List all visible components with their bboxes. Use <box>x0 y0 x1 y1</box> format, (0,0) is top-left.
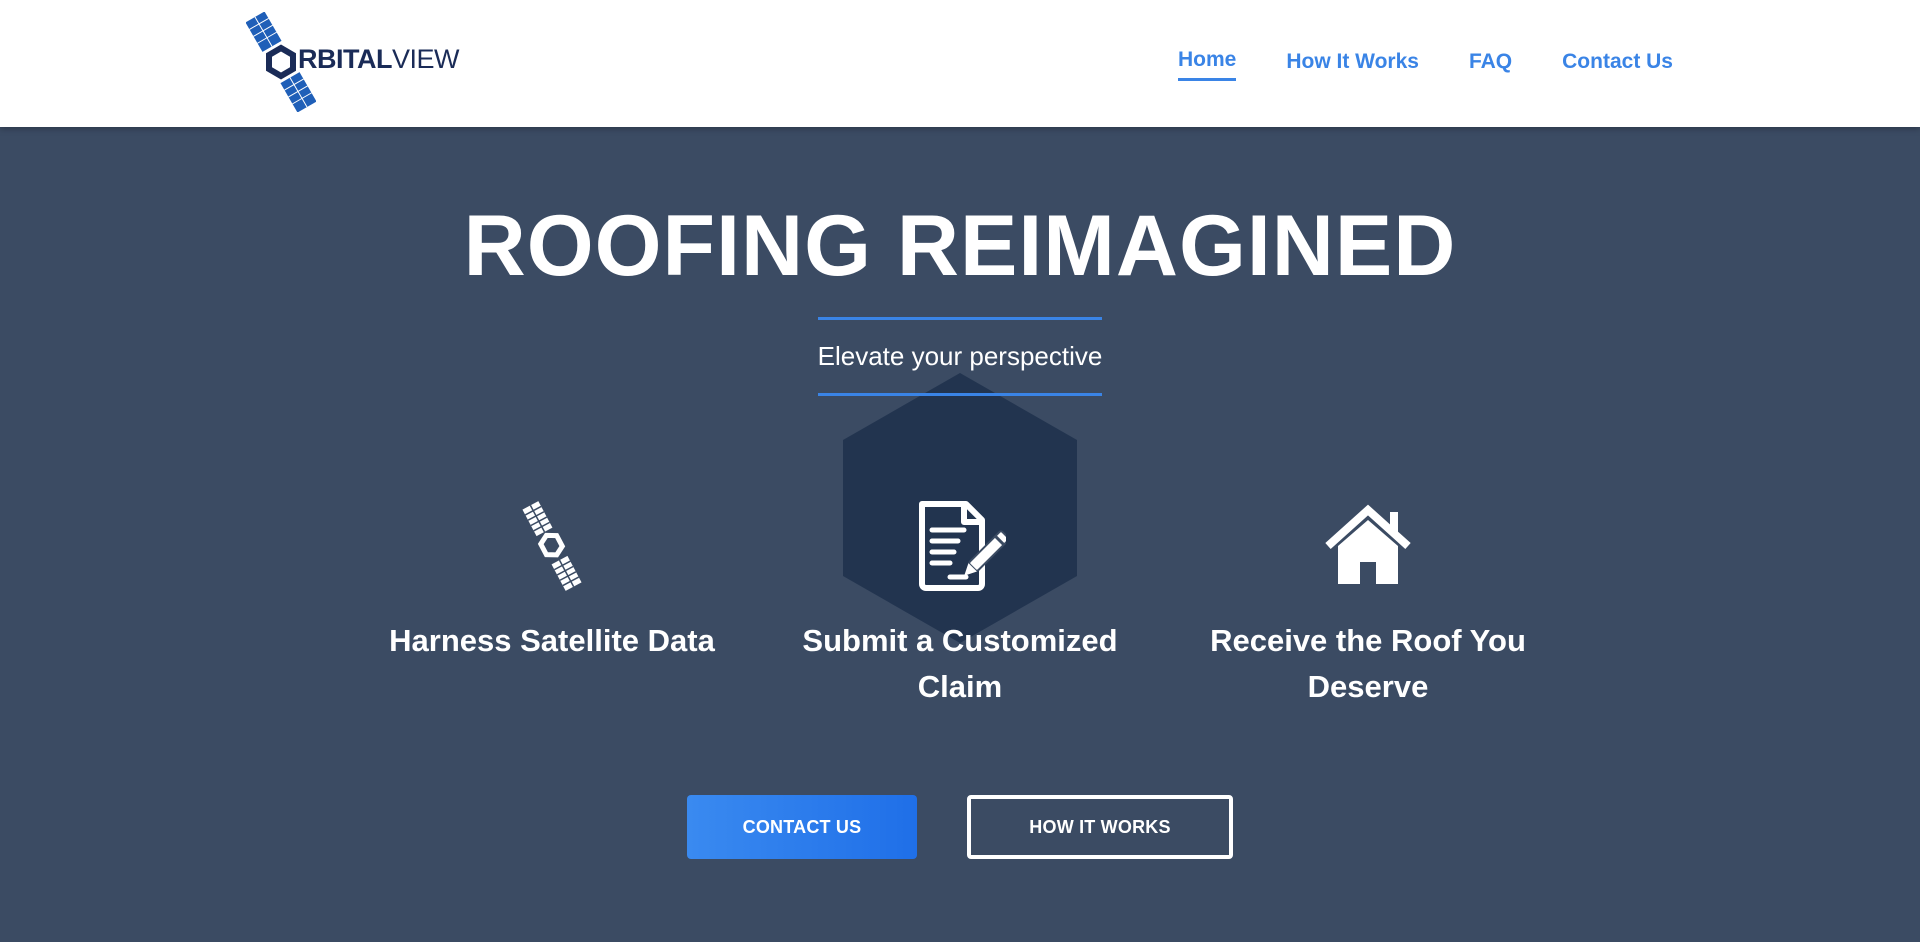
title-divider-top <box>818 317 1102 320</box>
contact-us-button[interactable]: CONTACT US <box>687 795 917 859</box>
hero-title: ROOFING REIMAGINED <box>463 198 1457 294</box>
house-icon <box>1325 504 1411 584</box>
brand-wordmark: RBITALVIEW <box>298 44 460 74</box>
feature-claim: Submit a Customized Claim <box>790 500 1130 710</box>
how-it-works-button[interactable]: HOW IT WORKS <box>967 795 1233 859</box>
feature-label: Harness Satellite Data <box>389 623 715 658</box>
nav-how-it-works[interactable]: How It Works <box>1286 50 1419 80</box>
main-nav: Home How It Works FAQ Contact Us <box>1177 48 1673 81</box>
site-header: RBITALVIEW Home How It Works FAQ Contact… <box>0 0 1920 127</box>
feature-roof: Receive the Roof You Deserve <box>1198 500 1538 710</box>
feature-label: Submit a Customized Claim <box>802 623 1118 704</box>
title-divider-bottom <box>818 393 1102 396</box>
feature-satellite: Harness Satellite Data <box>382 500 722 664</box>
nav-contact-us[interactable]: Contact Us <box>1562 50 1673 80</box>
nav-home[interactable]: Home <box>1177 48 1237 81</box>
satellite-icon <box>522 501 582 591</box>
document-pen-icon <box>919 501 1006 591</box>
feature-label: Receive the Roof You Deserve <box>1210 623 1526 704</box>
brand-logo[interactable]: RBITALVIEW <box>246 12 460 112</box>
hero-subtitle: Elevate your perspective <box>817 341 1103 371</box>
nav-faq[interactable]: FAQ <box>1469 50 1512 80</box>
